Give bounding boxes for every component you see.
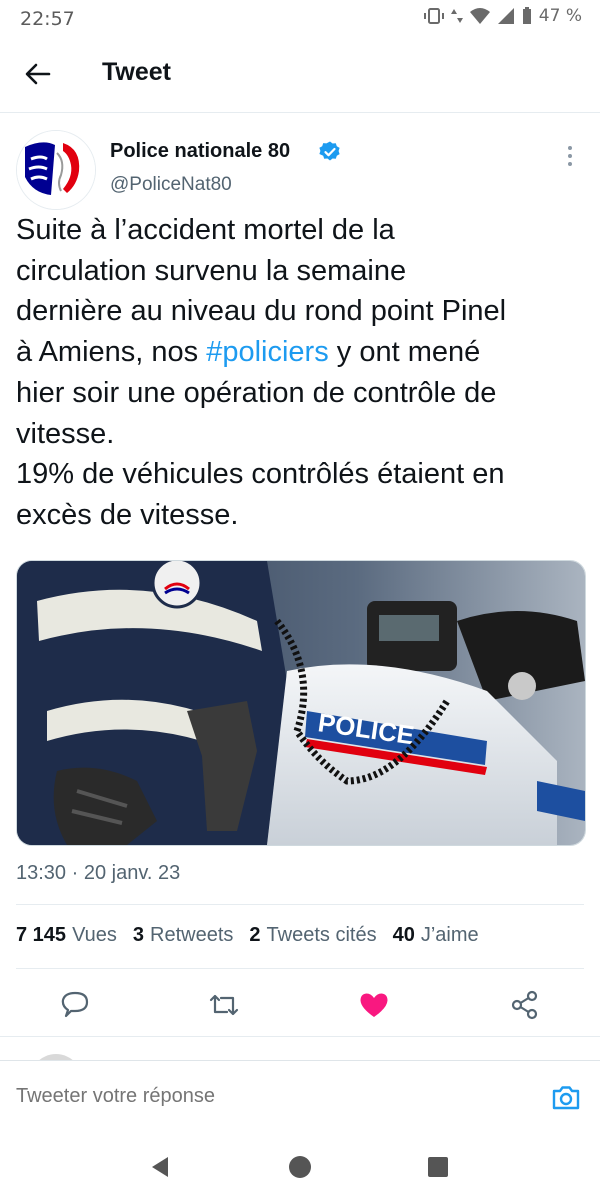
- share-icon[interactable]: [508, 988, 542, 1022]
- signal-icon: [497, 8, 514, 24]
- police-motorcycle-photo: POLICE: [17, 561, 585, 845]
- data-transfer-icon: [450, 9, 463, 23]
- divider: [16, 904, 584, 905]
- author-name[interactable]: Police nationale 80: [110, 140, 290, 163]
- battery-percent: 47 %: [538, 6, 582, 26]
- app-bar: Tweet: [0, 36, 600, 113]
- reply-input[interactable]: [16, 1085, 516, 1108]
- avatar[interactable]: [16, 130, 96, 210]
- stat-quote-tweets[interactable]: 2 Tweets cités: [249, 924, 376, 947]
- stat-retweets-count: 3: [132, 924, 145, 946]
- divider: [0, 1036, 600, 1037]
- back-arrow-icon[interactable]: [22, 58, 54, 90]
- next-reply-preview: [0, 1040, 600, 1060]
- wifi-icon: [469, 8, 490, 24]
- nav-recents-icon[interactable]: [422, 1151, 454, 1183]
- tweet-text: Suite à l’accident mortel de la circulat…: [16, 210, 582, 536]
- stat-views-count: 7 145: [16, 924, 67, 946]
- retweet-icon[interactable]: [207, 988, 241, 1022]
- hashtag-link[interactable]: #policiers: [206, 336, 329, 368]
- tweet-actions: [0, 980, 600, 1028]
- tweet-image[interactable]: POLICE: [16, 560, 586, 846]
- like-icon[interactable]: [357, 988, 391, 1022]
- stat-views-label: Vues: [72, 924, 117, 946]
- marianne-logo-icon: [17, 131, 95, 209]
- stat-views[interactable]: 7 145 Vues: [16, 924, 117, 947]
- status-time: 22:57: [20, 8, 75, 30]
- stat-likes-count: 40: [392, 924, 415, 946]
- page-title: Tweet: [102, 58, 171, 86]
- status-icons: 47 %: [423, 6, 582, 26]
- stat-likes[interactable]: 40 J’aime: [393, 924, 479, 947]
- tweet-author: Police nationale 80 @PoliceNat80: [0, 128, 600, 210]
- stat-retweets-label: Retweets: [150, 924, 234, 946]
- camera-icon[interactable]: [550, 1081, 582, 1113]
- stat-retweets[interactable]: 3 Retweets: [133, 924, 234, 947]
- reply-icon[interactable]: [58, 988, 92, 1022]
- stat-quote-tweets-label: Tweets cités: [266, 924, 377, 946]
- stat-quote-tweets-count: 2: [249, 924, 261, 946]
- battery-icon: [522, 7, 531, 24]
- verified-icon: [319, 141, 340, 161]
- status-bar: 22:57 47 %: [0, 0, 600, 36]
- divider: [16, 968, 584, 969]
- system-nav-bar: [0, 1133, 600, 1200]
- tweet-timestamp: 13:30 · 20 janv. 23: [16, 862, 181, 884]
- nav-back-icon[interactable]: [144, 1151, 176, 1183]
- reply-bar: [0, 1060, 600, 1134]
- author-handle[interactable]: @PoliceNat80: [110, 174, 232, 196]
- tweet-stats: 7 145 Vues 3 Retweets 2 Tweets cités 40 J’ai…: [16, 924, 479, 947]
- stat-likes-label: J’aime: [420, 924, 479, 946]
- nav-home-icon[interactable]: [284, 1151, 316, 1183]
- vibrate-icon: [423, 8, 444, 24]
- more-icon[interactable]: [560, 142, 580, 170]
